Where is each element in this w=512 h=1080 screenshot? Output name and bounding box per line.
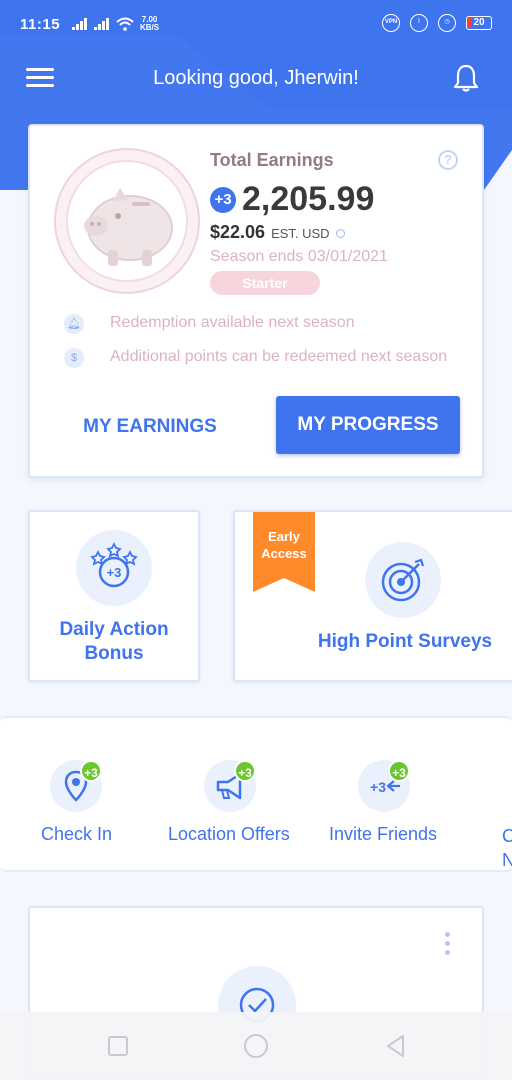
net-speed-unit: KB/S [140,23,160,32]
bell-icon: 🔔︎ [64,314,84,334]
total-earnings-label: Total Earnings [210,150,334,170]
target-icon [365,542,441,618]
check-in-action[interactable]: +3 Check In [0,718,150,870]
net-speed: 7.00 KB/S [140,16,159,32]
invite-friends-action[interactable]: +3 +3 Invite Friends [322,718,472,870]
vpn-icon: VPN [382,14,400,32]
quick-actions-strip[interactable]: +3 Check In +3 Location Offers +3 +3 Inv… [0,716,512,872]
daily-label-line2: Bonus [84,643,144,664]
partial-line1: C [502,824,512,848]
battery-icon: 20 [466,16,492,30]
svg-text:+3: +3 [107,565,122,580]
early-access-text: Early Access [253,528,315,562]
status-bar: 11:15 7.00 KB/S VPN ! ◷ 20 [0,0,512,38]
invite-friends-label: Invite Friends [329,824,438,844]
svg-text:+3: +3 [370,779,386,795]
daily-action-bonus-label: Daily Action Bonus [30,618,198,666]
status-time: 11:15 [20,16,61,33]
stars-coin-icon: +3 [76,530,152,606]
earnings-card: Total Earnings ? +3 2,205.99 $22.06 EST.… [28,124,484,478]
status-left-icons: 7.00 KB/S [72,16,159,32]
points-row: +3 2,205.99 [210,180,374,219]
alarm-badge-icon: ! [410,14,428,32]
points-coin-icon: +3 [210,186,236,213]
additional-points-note-text: Additional points can be redeemed next s… [110,348,448,365]
battery-level: 20 [473,17,485,28]
more-options-icon[interactable] [442,932,452,958]
points-badge: +3 [388,760,410,782]
signal-icon [72,18,88,30]
partial-action-label[interactable]: C N [502,824,512,870]
back-icon[interactable] [382,1032,410,1060]
usd-label: EST. USD [271,226,330,241]
redemption-note: 🔔︎ Redemption available next season [64,312,454,334]
location-offers-action[interactable]: +3 Location Offers [160,718,310,870]
ribbon-line1: Early [268,529,300,544]
partial-line2: N [502,848,512,870]
signal-icon [94,18,110,30]
points-badge: +3 [80,760,102,782]
clock-icon: ◷ [438,14,456,32]
piggy-bank-image [66,160,188,282]
season-end-text: Season ends 03/01/2021 [210,248,388,265]
info-icon[interactable] [335,229,345,238]
redemption-note-text: Redemption available next season [110,314,355,331]
system-navigation-bar [0,1012,512,1080]
location-offers-label: Location Offers [168,824,290,844]
tier-badge: Starter [210,271,320,295]
piggy-bank-ring [54,148,200,294]
usd-value: $22.06 [210,222,266,242]
top-app-bar: Looking good, Jherwin! [0,48,512,108]
greeting-title: Looking good, Jherwin! [153,67,359,89]
piggy-bank-icon [84,188,173,266]
bell-icon[interactable] [450,62,482,94]
status-right-icons: VPN ! ◷ 20 [382,14,492,32]
my-earnings-button[interactable]: MY EARNINGS [52,398,248,456]
daily-action-bonus-card[interactable]: +3 Daily Action Bonus [28,510,200,682]
points-value: 2,205.99 [242,180,375,218]
usd-row: $22.06 EST. USD [210,222,345,243]
points-badge: +3 [234,760,256,782]
daily-label-line1: Daily Action [59,619,169,640]
dollar-icon: $ [64,348,84,368]
high-point-surveys-card[interactable]: Early Access High Point Surveys [233,510,512,682]
high-point-surveys-label: High Point Surveys [317,631,493,652]
additional-points-note: $ Additional points can be redeemed next… [64,346,454,368]
home-icon[interactable] [242,1032,270,1060]
help-icon[interactable]: ? [438,150,458,170]
wifi-icon [116,17,134,31]
ribbon-line2: Access [261,546,307,561]
my-progress-button[interactable]: MY PROGRESS [276,396,460,454]
recent-apps-icon[interactable] [104,1032,132,1060]
check-in-label: Check In [41,824,113,844]
